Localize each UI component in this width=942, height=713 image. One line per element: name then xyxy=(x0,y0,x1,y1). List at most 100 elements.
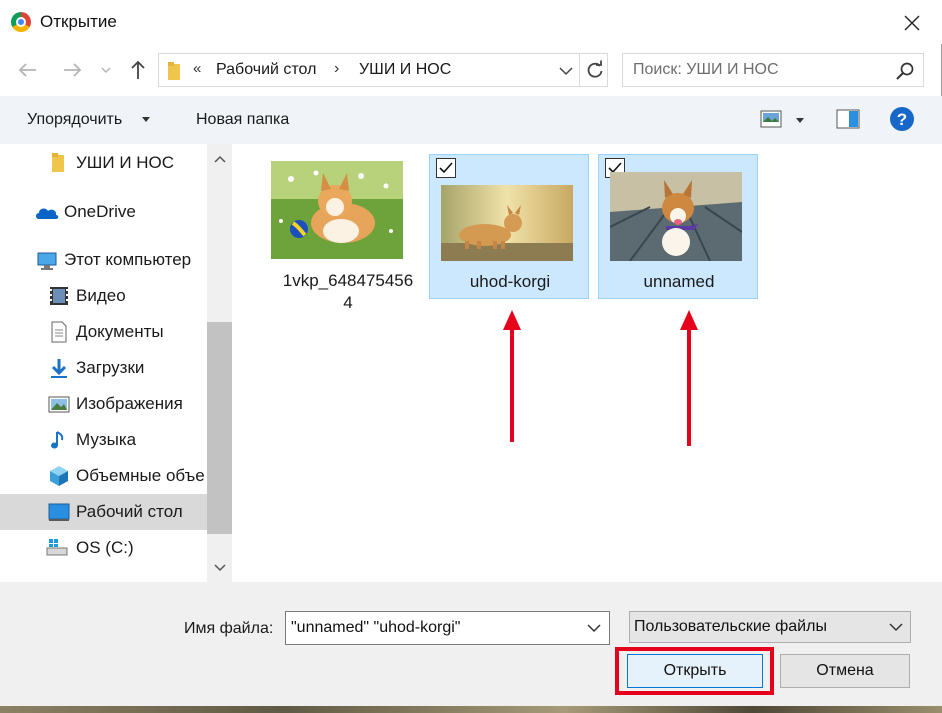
file-tile-selected[interactable]: uhod-korgi xyxy=(429,154,589,299)
file-name-line: 1vkp_648475456 xyxy=(282,271,414,290)
nav-item-ushi-i-nos[interactable]: УШИ И НОС xyxy=(0,145,207,181)
nav-item-label: Объемные объе xyxy=(76,466,205,485)
navigation-row: « Рабочий стол › УШИ И НОС Поиск: УШИ И … xyxy=(0,44,942,96)
file-name: unnamed xyxy=(599,271,759,293)
file-name: 1vkp_648475456 4 xyxy=(268,270,428,314)
background-strip xyxy=(0,706,942,713)
nav-item-label: Документы xyxy=(76,322,164,341)
file-tile[interactable]: 1vkp_648475456 4 xyxy=(268,154,428,312)
file-thumbnail xyxy=(441,185,573,261)
address-bar[interactable]: « Рабочий стол › УШИ И НОС xyxy=(158,53,608,87)
breadcrumb-separator[interactable]: › xyxy=(334,60,339,78)
close-button[interactable] xyxy=(890,6,934,40)
file-thumbnail xyxy=(271,161,403,259)
cloud-icon xyxy=(36,208,59,219)
title-bar: Открытие xyxy=(0,0,942,44)
filename-value: "unnamed" "uhod-korgi" xyxy=(291,619,461,636)
view-mode-icon[interactable] xyxy=(760,110,782,128)
file-name: uhod-korgi xyxy=(430,271,590,293)
computer-icon xyxy=(37,252,57,270)
chevron-down-icon[interactable] xyxy=(888,621,904,633)
cancel-button[interactable]: Отмена xyxy=(780,654,910,688)
nav-item-label: Загрузки xyxy=(76,358,145,377)
bottom-panel: Имя файла: "unnamed" "uhod-korgi" Пользо… xyxy=(0,582,942,713)
download-icon xyxy=(51,359,67,378)
caret-down-icon[interactable] xyxy=(142,117,150,122)
chevron-down-icon[interactable] xyxy=(586,622,602,634)
nav-item-music[interactable]: Музыка xyxy=(0,422,207,458)
refresh-icon xyxy=(587,60,602,78)
nav-item-label: Этот компьютер xyxy=(64,250,192,269)
svg-text:?: ? xyxy=(897,110,907,129)
breadcrumb-overflow[interactable]: « xyxy=(193,60,201,77)
nav-item-label: Видео xyxy=(76,286,126,305)
nav-scrollbar[interactable] xyxy=(207,144,232,582)
new-folder-button[interactable]: Новая папка xyxy=(196,111,289,129)
chevron-up-icon xyxy=(213,155,226,163)
nav-item-label: Музыка xyxy=(76,430,137,449)
video-icon xyxy=(50,287,68,305)
nav-item-this-pc[interactable]: Этот компьютер xyxy=(0,242,207,278)
nav-item-downloads[interactable]: Загрузки xyxy=(0,350,207,386)
breadcrumb-desktop[interactable]: Рабочий стол xyxy=(216,61,316,79)
chrome-icon xyxy=(11,12,31,32)
window-title: Открытие xyxy=(40,12,117,31)
document-icon xyxy=(51,321,67,343)
file-tile-selected[interactable]: unnamed xyxy=(598,154,758,299)
pictures-icon xyxy=(48,396,70,413)
organize-button[interactable]: Упорядочить xyxy=(27,111,122,129)
folder-icon xyxy=(168,62,180,80)
folder-icon xyxy=(52,153,64,172)
file-type-value: Пользовательские файлы xyxy=(634,618,827,635)
chevron-down-icon[interactable] xyxy=(98,58,114,82)
nav-item-3d-objects[interactable]: Объемные объе xyxy=(0,458,207,494)
nav-item-label: OneDrive xyxy=(64,202,136,221)
search-icon[interactable] xyxy=(895,61,915,81)
checkmark-icon xyxy=(439,162,453,174)
help-icon[interactable]: ? xyxy=(889,106,915,132)
breadcrumb-current-folder[interactable]: УШИ И НОС xyxy=(359,61,451,79)
open-button[interactable]: Открыть xyxy=(627,654,763,688)
nav-item-label: OS (C:) xyxy=(76,538,134,557)
music-icon xyxy=(51,431,64,449)
selection-checkbox[interactable] xyxy=(436,158,456,178)
close-icon xyxy=(904,15,920,31)
chevron-down-icon xyxy=(213,564,226,572)
scroll-up-button[interactable] xyxy=(207,144,232,174)
refresh-button[interactable] xyxy=(579,54,609,86)
nav-item-label: Рабочий стол xyxy=(76,502,183,521)
nav-item-label: УШИ И НОС xyxy=(76,153,175,172)
back-arrow-icon[interactable] xyxy=(14,56,42,84)
preview-pane-icon[interactable] xyxy=(836,109,860,129)
filename-label: Имя файла: xyxy=(184,620,274,637)
nav-item-documents[interactable]: Документы xyxy=(0,314,207,350)
file-thumbnail xyxy=(610,172,742,261)
nav-item-label: Изображения xyxy=(76,394,183,413)
file-view: 1vkp_648475456 4 uhod-korgi unnamed xyxy=(232,144,942,582)
drive-icon xyxy=(46,539,68,556)
filename-field[interactable]: "unnamed" "uhod-korgi" xyxy=(285,611,610,645)
nav-item-desktop[interactable]: Рабочий стол xyxy=(0,494,207,530)
nav-item-pictures[interactable]: Изображения xyxy=(0,386,207,422)
navigation-pane: УШИ И НОС OneDrive Этот компьютер Видео … xyxy=(0,144,232,582)
file-name-line: 4 xyxy=(343,293,353,312)
file-type-filter[interactable]: Пользовательские файлы xyxy=(629,611,911,643)
annotation-arrow-icon xyxy=(503,310,521,442)
forward-arrow-icon[interactable] xyxy=(58,56,86,84)
nav-item-os-c[interactable]: OS (C:) xyxy=(0,530,207,566)
scroll-down-button[interactable] xyxy=(207,554,232,582)
scroll-thumb[interactable] xyxy=(207,322,232,534)
nav-item-onedrive[interactable]: OneDrive xyxy=(0,194,207,230)
desktop-icon xyxy=(48,503,70,521)
file-name-line: uhod-korgi xyxy=(469,272,551,291)
search-placeholder: Поиск: УШИ И НОС xyxy=(633,61,779,78)
caret-down-icon[interactable] xyxy=(796,118,804,123)
chevron-down-icon[interactable] xyxy=(556,62,576,80)
command-bar: Упорядочить Новая папка ? xyxy=(0,96,942,144)
nav-item-video[interactable]: Видео xyxy=(0,278,207,314)
search-input[interactable]: Поиск: УШИ И НОС xyxy=(622,53,924,87)
file-open-dialog: Открытие « Рабочий стол › УШИ И НОС Поис… xyxy=(0,0,942,713)
annotation-arrow-icon xyxy=(680,310,698,446)
3d-objects-icon xyxy=(50,466,68,486)
up-arrow-icon[interactable] xyxy=(124,56,152,84)
